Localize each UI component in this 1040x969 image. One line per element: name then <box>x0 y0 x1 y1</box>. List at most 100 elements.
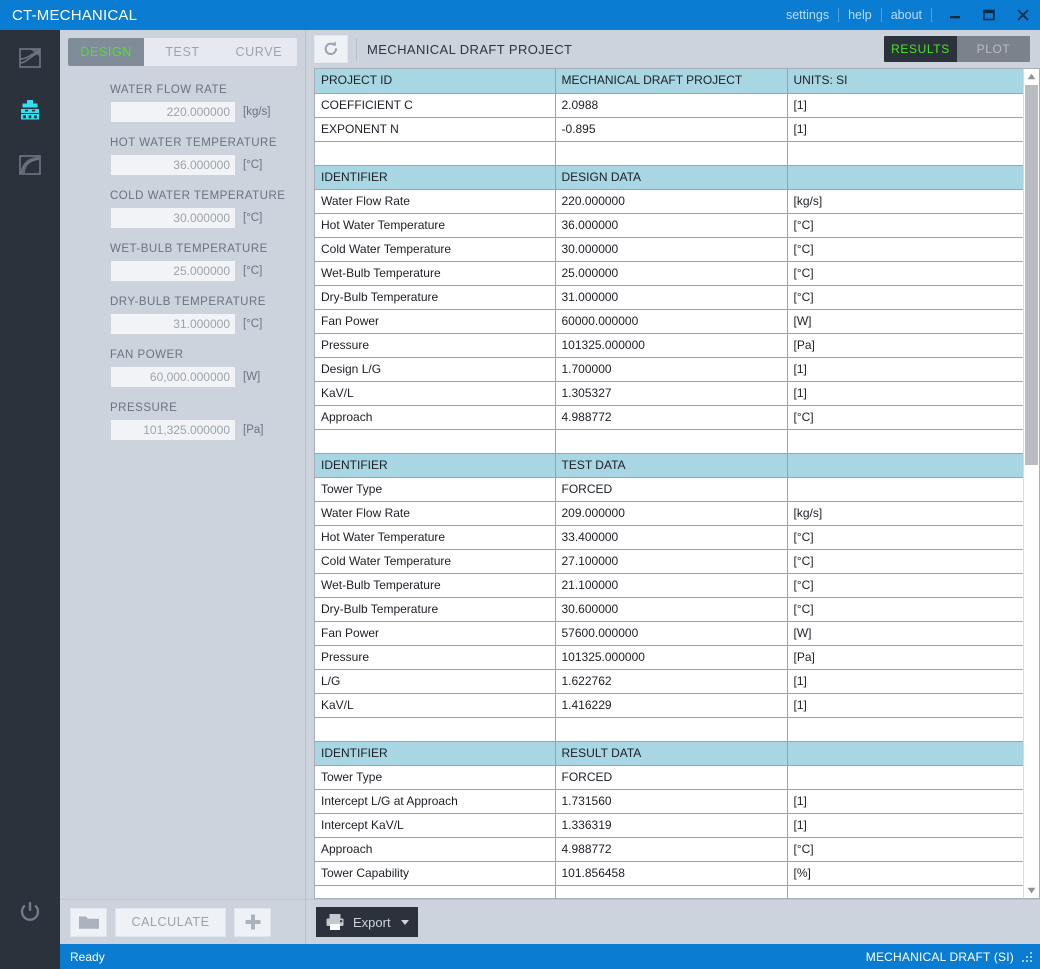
navigation-rail <box>0 30 60 944</box>
table-cell-unit: [W] <box>787 309 1023 334</box>
title-bar-menu: settings help about <box>777 0 932 30</box>
export-button[interactable]: Export <box>316 907 418 937</box>
scroll-up-button[interactable] <box>1024 69 1039 84</box>
table-row: Fan Power 60000.000000 [W] <box>315 309 1023 334</box>
field-label: HOT WATER TEMPERATURE <box>110 137 278 149</box>
table-row: Fan Power 57600.000000 [W] <box>315 621 1023 646</box>
field-unit: [°C] <box>243 212 263 224</box>
table-cell-value: FORCED <box>555 765 788 790</box>
table-cell-identifier: Cold Water Temperature <box>315 549 556 574</box>
right-results-panel: MECHANICAL DRAFT PROJECT RESULTS PLOT PR… <box>306 30 1040 944</box>
table-cell-unit <box>787 429 1023 454</box>
rail-item-chart[interactable] <box>0 30 60 84</box>
refresh-button[interactable] <box>314 35 348 63</box>
table-row: KaV/L 1.416229 [1] <box>315 693 1023 718</box>
table-row <box>315 717 1023 742</box>
maximize-icon <box>983 9 995 21</box>
table-section-header: IDENTIFIER DESIGN DATA <box>315 165 1023 190</box>
caret-down-icon <box>1027 887 1036 894</box>
table-cell-value: 27.100000 <box>555 549 788 574</box>
table-section-header: IDENTIFIER TEST DATA <box>315 453 1023 478</box>
table-cell-identifier: Approach <box>315 405 556 430</box>
table-cell-unit: [1] <box>787 381 1023 406</box>
resize-grip-icon[interactable] <box>1020 950 1034 964</box>
field-dry-bulb-temperature: DRY-BULB TEMPERATURE [°C] <box>110 296 293 335</box>
table-cell-identifier <box>315 717 556 742</box>
add-button[interactable] <box>234 907 271 937</box>
table-row: Cold Water Temperature 27.100000 [°C] <box>315 549 1023 574</box>
toolbar-separator <box>356 38 357 60</box>
table-row: Water Flow Rate 220.000000 [kg/s] <box>315 189 1023 214</box>
rail-item-curve[interactable] <box>0 138 60 192</box>
fan-power-input[interactable] <box>110 366 236 388</box>
menu-separator <box>931 8 932 22</box>
table-cell-value: 33.400000 <box>555 525 788 550</box>
table-cell-unit: [1] <box>787 357 1023 382</box>
calculate-button[interactable]: CALCULATE <box>115 907 226 937</box>
table-cell-identifier: L/G <box>315 669 556 694</box>
menu-item-settings[interactable]: settings <box>777 0 838 30</box>
application-window: CT-MECHANICAL settings help about DESIGN… <box>0 0 1040 969</box>
table-cell-unit <box>787 453 1023 478</box>
table-row: Dry-Bulb Temperature 31.000000 [°C] <box>315 285 1023 310</box>
field-label: COLD WATER TEMPERATURE <box>110 190 286 202</box>
table-cell-unit: [%] <box>787 861 1023 886</box>
table-cell-value: FORCED <box>555 477 788 502</box>
dry-bulb-temperature-input[interactable] <box>110 313 236 335</box>
power-icon <box>20 902 40 921</box>
table-cell-unit: [1] <box>787 669 1023 694</box>
curve-icon <box>19 155 41 175</box>
tab-design[interactable]: DESIGN <box>68 38 145 66</box>
scroll-down-button[interactable] <box>1024 883 1039 898</box>
table-cell-value: 30.000000 <box>555 237 788 262</box>
left-tabs-wrap: DESIGN TEST CURVE <box>60 30 305 74</box>
table-cell-unit <box>787 885 1023 898</box>
table-cell-identifier: Cold Water Temperature <box>315 237 556 262</box>
table-row: Design L/G 1.700000 [1] <box>315 357 1023 382</box>
table-cell-unit: [1] <box>787 93 1023 118</box>
table-row: Approach 4.988772 [°C] <box>315 405 1023 430</box>
app-title: CT-MECHANICAL <box>12 6 138 24</box>
window-controls <box>938 0 1040 30</box>
minimize-button[interactable] <box>938 0 972 30</box>
tab-results[interactable]: RESULTS <box>884 36 957 62</box>
table-cell-unit: [1] <box>787 813 1023 838</box>
cold-water-temperature-input[interactable] <box>110 207 236 229</box>
menu-item-help[interactable]: help <box>839 0 881 30</box>
right-action-bar: Export <box>306 899 1040 944</box>
status-bar-rail-cap <box>0 944 60 969</box>
field-pressure: PRESSURE [Pa] <box>110 402 293 441</box>
wet-bulb-temperature-input[interactable] <box>110 260 236 282</box>
results-table-body: PROJECT ID MECHANICAL DRAFT PROJECT UNITS:… <box>315 69 1023 898</box>
table-cell-identifier <box>315 429 556 454</box>
field-fan-power: FAN POWER [W] <box>110 349 293 388</box>
water-flow-rate-input[interactable] <box>110 101 236 123</box>
table-cell-unit: UNITS: SI <box>787 69 1023 94</box>
table-cell-value <box>555 885 788 898</box>
hot-water-temperature-input[interactable] <box>110 154 236 176</box>
tab-curve[interactable]: CURVE <box>221 38 297 66</box>
close-button[interactable] <box>1006 0 1040 30</box>
scrollbar-thumb[interactable] <box>1025 85 1038 465</box>
power-button[interactable] <box>0 880 60 944</box>
table-cell-value: 4.988772 <box>555 405 788 430</box>
rail-item-cooling-tower[interactable] <box>0 84 60 138</box>
tab-test[interactable]: TEST <box>144 38 220 66</box>
table-cell-unit: [°C] <box>787 261 1023 286</box>
table-section-header: IDENTIFIER RESULT DATA <box>315 741 1023 766</box>
results-scrollbar[interactable] <box>1023 68 1040 899</box>
table-cell-identifier: Design L/G <box>315 357 556 382</box>
table-cell-unit: [°C] <box>787 213 1023 238</box>
chart-icon <box>19 48 41 68</box>
open-project-button[interactable] <box>70 907 107 937</box>
tab-plot[interactable]: PLOT <box>957 36 1030 62</box>
table-cell-identifier: Fan Power <box>315 309 556 334</box>
table-cell-identifier: Pressure <box>315 333 556 358</box>
table-cell-value: 57600.000000 <box>555 621 788 646</box>
maximize-button[interactable] <box>972 0 1006 30</box>
pressure-input[interactable] <box>110 419 236 441</box>
table-cell-unit: [°C] <box>787 837 1023 862</box>
table-cell-unit: [°C] <box>787 405 1023 430</box>
menu-item-about[interactable]: about <box>882 0 931 30</box>
table-cell-identifier: KaV/L <box>315 693 556 718</box>
